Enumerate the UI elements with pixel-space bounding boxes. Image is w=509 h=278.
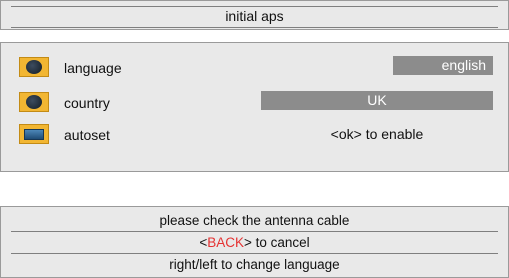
language-hint: right/left to change language	[169, 257, 340, 272]
country-value[interactable]: UK	[261, 91, 493, 110]
antenna-message: please check the antenna cable	[159, 213, 350, 228]
autoset-row[interactable]: autoset <ok> to enable	[1, 123, 508, 149]
message-panel: please check the antenna cable <BACK> to…	[0, 206, 509, 278]
title-divider-top	[11, 6, 498, 7]
autoset-value[interactable]: <ok> to enable	[261, 126, 493, 142]
back-key-label: BACK	[207, 235, 244, 250]
language-label: language	[64, 60, 122, 76]
title-divider-bottom	[11, 27, 498, 28]
autoset-label: autoset	[64, 127, 110, 143]
title-panel: initial aps	[0, 0, 509, 30]
page-title: initial aps	[225, 8, 284, 24]
language-row[interactable]: language english	[1, 56, 508, 82]
country-row[interactable]: country UK	[1, 91, 508, 117]
message-divider-2	[11, 253, 498, 254]
globe-icon	[19, 92, 49, 112]
tv-icon	[19, 124, 49, 144]
settings-panel: language english country UK autoset <ok>…	[0, 42, 509, 172]
country-label: country	[64, 95, 110, 111]
cancel-message: <BACK> to cancel	[1, 235, 508, 250]
message-divider-1	[11, 231, 498, 232]
language-value[interactable]: english	[393, 56, 493, 75]
cancel-suffix: > to cancel	[243, 235, 310, 250]
globe-icon	[19, 57, 49, 77]
